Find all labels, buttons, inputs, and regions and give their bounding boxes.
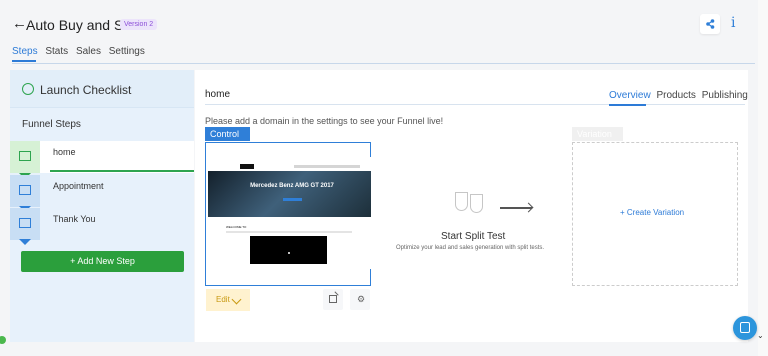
top-bar <box>0 0 768 68</box>
active-step-line <box>50 170 194 172</box>
step-arrow-icon <box>19 239 31 245</box>
active-tab-underline <box>12 60 36 62</box>
preview-copy <box>226 231 352 233</box>
tab-overview[interactable]: Overview <box>609 90 651 101</box>
preview-hero: Mercedez Benz AMG GT 2017 <box>208 171 371 217</box>
tab-stats[interactable]: Stats <box>45 46 68 57</box>
domain-notice: Please add a domain in the settings to s… <box>205 116 444 126</box>
funnel-steps-heading: Funnel Steps <box>22 119 81 130</box>
page-divider <box>205 104 745 105</box>
step-appointment[interactable]: Appointment <box>10 175 194 207</box>
arrow-right-icon <box>500 207 532 209</box>
control-label: Control <box>205 127 250 141</box>
create-variation-link[interactable]: + Create Variation <box>620 208 684 217</box>
step-label: Thank You <box>53 214 96 224</box>
top-tabs: Steps Stats Sales Settings <box>12 46 150 57</box>
split-test-icon <box>453 192 487 215</box>
mail-icon <box>19 185 31 195</box>
preview-button <box>283 198 302 201</box>
chat-icon <box>740 322 750 333</box>
variation-label: Variation <box>572 127 623 141</box>
share-button[interactable] <box>700 14 720 34</box>
check-circle-icon <box>22 83 34 95</box>
back-arrow-icon[interactable]: ← <box>12 15 27 32</box>
step-badge <box>10 141 40 173</box>
split-test-title: Start Split Test <box>441 231 506 242</box>
flask-icon <box>455 192 468 211</box>
flask-icon <box>470 194 483 213</box>
mail-icon <box>19 218 31 228</box>
page-preview[interactable]: Mercedez Benz AMG GT 2017 WELCOME TO <box>208 157 371 269</box>
preview-logo <box>240 164 254 169</box>
page-name: home <box>205 89 231 100</box>
step-label: Appointment <box>53 181 104 191</box>
launch-checklist-label: Launch Checklist <box>40 83 132 97</box>
overview-tab-underline <box>609 104 646 106</box>
add-new-step-button[interactable]: + Add New Step <box>21 251 184 272</box>
mail-icon <box>19 151 31 161</box>
preview-headline: Mercedez Benz AMG GT 2017 <box>250 183 334 189</box>
info-icon[interactable]: i <box>731 15 743 33</box>
step-thank-you[interactable]: Thank You <box>10 208 194 240</box>
status-indicator <box>0 336 6 344</box>
edit-button[interactable]: Edit <box>206 289 250 311</box>
page-settings-button[interactable]: ⚙ <box>350 289 370 310</box>
version-badge: Version 2 <box>120 19 158 30</box>
share-icon <box>706 19 715 29</box>
gear-icon: ⚙ <box>357 294 366 304</box>
scrollbar-track[interactable] <box>758 0 768 356</box>
tab-settings[interactable]: Settings <box>109 46 145 57</box>
chat-button[interactable] <box>733 316 757 340</box>
preview-welcome: WELCOME TO <box>226 225 247 229</box>
tab-sales[interactable]: Sales <box>76 46 101 57</box>
preview-nav <box>294 165 360 168</box>
external-link-icon <box>329 295 337 303</box>
tab-products[interactable]: Products <box>656 90 695 101</box>
chevron-down-icon[interactable]: ⌄ <box>757 331 764 340</box>
split-test-description: Optimize your lead and sales generation … <box>395 245 545 251</box>
step-badge <box>10 208 40 240</box>
tab-steps[interactable]: Steps <box>12 46 38 57</box>
tab-publishing[interactable]: Publishing <box>702 90 748 101</box>
step-home[interactable]: home <box>10 141 194 173</box>
preview-video <box>250 236 327 264</box>
step-badge <box>10 175 40 207</box>
page-tabs: Overview Products Publishing <box>609 90 748 101</box>
play-icon <box>288 252 290 254</box>
tabs-divider <box>12 63 755 64</box>
open-page-button[interactable] <box>323 289 343 310</box>
step-label: home <box>53 147 76 157</box>
